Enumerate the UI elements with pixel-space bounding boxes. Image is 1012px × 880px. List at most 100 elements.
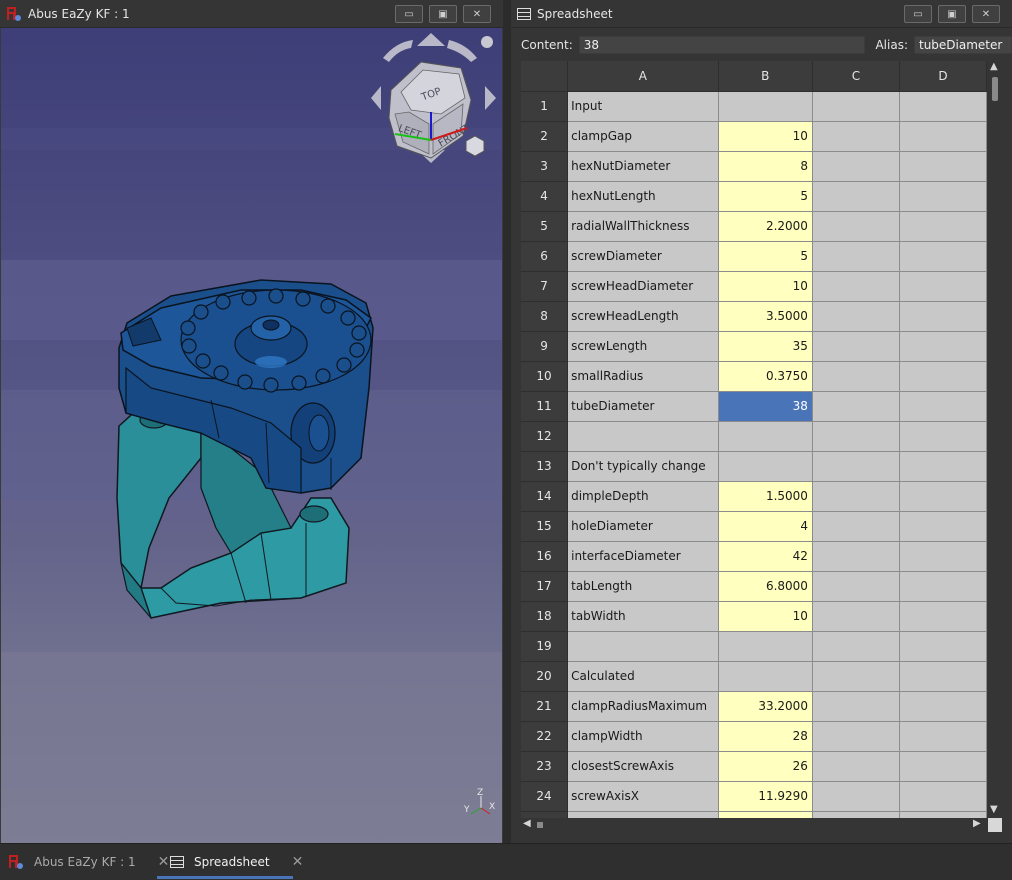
close-tab-icon[interactable]: ✕ [292, 854, 304, 870]
cell-a[interactable]: screwDiameter [567, 241, 719, 272]
alias-input[interactable] [914, 36, 1012, 54]
cell-c[interactable] [812, 571, 900, 602]
cell-d[interactable] [899, 181, 987, 212]
cell-b[interactable] [718, 631, 813, 662]
vertical-scrollbar[interactable]: ▲ ▼ [989, 61, 1001, 818]
cell-d[interactable] [899, 661, 987, 692]
cell-c[interactable] [812, 391, 900, 422]
cell-a[interactable] [567, 421, 719, 452]
cell-d[interactable] [899, 781, 987, 812]
cell-c[interactable] [812, 691, 900, 722]
cell-d[interactable] [899, 91, 987, 122]
tab-3d-view[interactable]: Abus EaZy KF : 1 ✕ [8, 844, 169, 879]
cell-d[interactable] [899, 121, 987, 152]
cell-b[interactable]: 42 [718, 541, 813, 572]
close-tab-icon[interactable]: ✕ [158, 854, 170, 870]
cell-d[interactable] [899, 811, 987, 818]
horizontal-scrollbar[interactable]: ◀ ▶ [521, 818, 987, 832]
cell-b[interactable]: 1.5000 [718, 481, 813, 512]
column-header-a[interactable]: A [567, 61, 719, 92]
cell-b[interactable]: 28 [718, 721, 813, 752]
row-header[interactable]: 20 [521, 661, 569, 692]
column-header-b[interactable]: B [718, 61, 813, 92]
minimize-button[interactable]: ▭ [395, 5, 423, 23]
cell-d[interactable] [899, 241, 987, 272]
cell-a[interactable]: screwHeadLength [567, 301, 719, 332]
cell-a[interactable]: Input [567, 91, 719, 122]
row-header[interactable]: 17 [521, 571, 569, 602]
cell-d[interactable] [899, 481, 987, 512]
cell-c[interactable] [812, 271, 900, 302]
cell-d[interactable] [899, 151, 987, 182]
scroll-left-icon[interactable]: ◀ [523, 818, 531, 829]
sheet-close-button[interactable]: ✕ [972, 5, 1000, 23]
row-header[interactable]: 14 [521, 481, 569, 512]
cell-c[interactable] [812, 241, 900, 272]
cell-b[interactable]: 11.9290 [718, 781, 813, 812]
3d-viewport[interactable]: TOP LEFT FRONT Z Y X [1, 28, 502, 843]
cell-d[interactable] [899, 721, 987, 752]
vertical-scroll-thumb[interactable] [992, 77, 998, 101]
cell-b[interactable] [718, 811, 813, 818]
cell-b[interactable]: 0.3750 [718, 361, 813, 392]
cell-c[interactable] [812, 331, 900, 362]
cell-b[interactable]: 8 [718, 151, 813, 182]
spreadsheet-titlebar[interactable]: Spreadsheet ▭ ▣ ✕ [511, 0, 1012, 28]
cell-a[interactable]: smallRadius [567, 361, 719, 392]
cell-b[interactable]: 3.5000 [718, 301, 813, 332]
row-header[interactable]: 5 [521, 211, 569, 242]
cell-d[interactable] [899, 391, 987, 422]
row-header[interactable]: 19 [521, 631, 569, 662]
cell-c[interactable] [812, 301, 900, 332]
row-header[interactable]: 10 [521, 361, 569, 392]
cell-a[interactable]: hexNutDiameter [567, 151, 719, 182]
cell-a[interactable]: tubeDiameter [567, 391, 719, 422]
cell-d[interactable] [899, 211, 987, 242]
sheet-minimize-button[interactable]: ▭ [904, 5, 932, 23]
cell-d[interactable] [899, 361, 987, 392]
sheet-maximize-button[interactable]: ▣ [938, 5, 966, 23]
cell-a[interactable]: Calculated [567, 661, 719, 692]
column-header-c[interactable]: C [812, 61, 900, 92]
row-header[interactable]: 11 [521, 391, 569, 422]
row-header[interactable]: 9 [521, 331, 569, 362]
row-header[interactable]: 21 [521, 691, 569, 722]
cell-a[interactable]: tabWidth [567, 601, 719, 632]
cell-b[interactable]: 26 [718, 751, 813, 782]
cell-a[interactable]: tabLength [567, 571, 719, 602]
cell-c[interactable] [812, 421, 900, 452]
cell-c[interactable] [812, 631, 900, 662]
cell-a[interactable]: holeDiameter [567, 511, 719, 542]
cell-c[interactable] [812, 751, 900, 782]
cell-b[interactable]: 4 [718, 511, 813, 542]
cell-a[interactable]: screwAxisX [567, 781, 719, 812]
maximize-button[interactable]: ▣ [429, 5, 457, 23]
horizontal-scroll-thumb[interactable] [537, 822, 543, 828]
cell-b[interactable] [718, 661, 813, 692]
cell-b[interactable]: 33.2000 [718, 691, 813, 722]
cell-c[interactable] [812, 121, 900, 152]
cell-c[interactable] [812, 361, 900, 392]
cell-b[interactable]: 5 [718, 241, 813, 272]
cell-a[interactable]: dimpleDepth [567, 481, 719, 512]
cell-c[interactable] [812, 721, 900, 752]
row-header[interactable]: 8 [521, 301, 569, 332]
scroll-up-icon[interactable]: ▲ [990, 61, 998, 72]
cell-d[interactable] [899, 601, 987, 632]
row-header[interactable]: 13 [521, 451, 569, 482]
row-header[interactable]: 6 [521, 241, 569, 272]
cell-d[interactable] [899, 421, 987, 452]
cell-a[interactable]: interfaceDiameter [567, 541, 719, 572]
cell-b[interactable] [718, 451, 813, 482]
row-header[interactable]: 2 [521, 121, 569, 152]
row-header[interactable]: 7 [521, 271, 569, 302]
row-header[interactable]: 1 [521, 91, 569, 122]
cell-b[interactable]: 6.8000 [718, 571, 813, 602]
cell-b[interactable]: 10 [718, 601, 813, 632]
column-header-d[interactable]: D [899, 61, 987, 92]
cell-d[interactable] [899, 751, 987, 782]
cell-a[interactable]: closestScrewAxis [567, 751, 719, 782]
cell-b[interactable] [718, 421, 813, 452]
cell-b[interactable] [718, 91, 813, 122]
cell-a[interactable]: screwHeadDiameter [567, 271, 719, 302]
